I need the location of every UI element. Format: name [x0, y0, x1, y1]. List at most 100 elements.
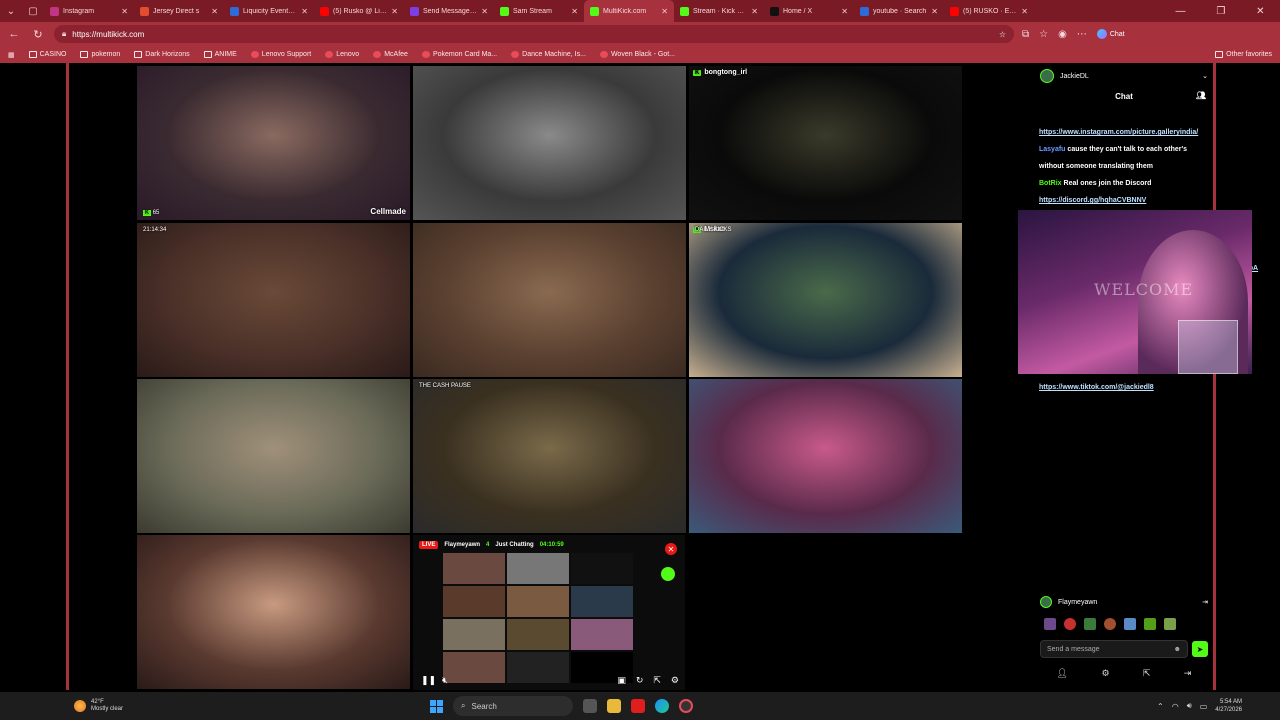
tab-close-icon[interactable]: ✕	[931, 7, 938, 16]
workspaces-icon[interactable]: ▢	[22, 0, 44, 22]
stream-tile[interactable]	[413, 66, 686, 220]
apps-icon[interactable]: ▦	[8, 51, 15, 59]
bookmark-item[interactable]: Dance Machine, Is...	[511, 51, 586, 58]
stream-tile[interactable]	[137, 535, 410, 689]
weather-widget[interactable]: 42°F Mostly clear	[0, 699, 300, 713]
stream-tile[interactable]: THE CASH PAUSE	[413, 379, 686, 533]
chevron-down-icon[interactable]: ⌄	[1202, 72, 1208, 80]
chat-username[interactable]: Lasyafu	[1039, 146, 1065, 153]
file-explorer-icon[interactable]	[607, 699, 621, 713]
maximize-icon[interactable]: ❐	[1216, 6, 1225, 17]
favorite-star-icon[interactable]: ☆	[999, 30, 1006, 39]
volume-icon[interactable]: 🔊︎	[1187, 701, 1192, 711]
popout-chat-icon[interactable]: ⇱	[1143, 668, 1151, 679]
tab-actions-icon[interactable]: ⌄	[0, 0, 22, 22]
emote-icon[interactable]	[1124, 618, 1136, 630]
bookmark-item[interactable]: pokemon	[80, 51, 120, 58]
browser-tab[interactable]: MultiKick.com ✕	[584, 0, 674, 22]
picture-in-picture-overlay[interactable]: WELCOME	[1018, 210, 1252, 374]
browser-tab[interactable]: youtube · Search ✕	[854, 0, 944, 22]
logout-icon[interactable]: ⇥	[1202, 598, 1208, 606]
message-input[interactable]: Send a message ☻	[1040, 640, 1188, 658]
browser-tab[interactable]: Sam Stream ✕	[494, 0, 584, 22]
pip-icon[interactable]: ▣	[617, 675, 626, 686]
bookmark-item[interactable]: Lenovo	[325, 51, 359, 58]
tab-close-icon[interactable]: ✕	[481, 7, 488, 16]
emoji-icon[interactable]: ☻	[1174, 646, 1181, 653]
users-icon[interactable]: 👥︎	[1196, 91, 1206, 100]
tab-close-icon[interactable]: ✕	[841, 7, 848, 16]
emote-icon[interactable]	[1144, 618, 1156, 630]
stream-tile[interactable]	[689, 379, 962, 533]
bookmark-item[interactable]: Pokemon Card Ma...	[421, 51, 497, 58]
minimize-icon[interactable]: —	[1175, 6, 1185, 17]
player-close-icon[interactable]: ✕	[665, 543, 677, 555]
bookmark-item[interactable]: ANIME	[203, 51, 237, 58]
browser-tab[interactable]: (5) Rusko @ Liquic ✕	[314, 0, 404, 22]
tab-close-icon[interactable]: ✕	[661, 7, 668, 16]
favorites-icon[interactable]: ☆	[1039, 29, 1048, 40]
settings-icon[interactable]: ⚙	[671, 675, 679, 686]
edge-icon[interactable]	[655, 699, 669, 713]
emote-icon[interactable]	[1164, 618, 1176, 630]
send-button[interactable]: ➤	[1192, 641, 1208, 657]
tab-close-icon[interactable]: ✕	[121, 7, 128, 16]
chat-link[interactable]: https://www.instagram.com/picture.galler…	[1039, 129, 1198, 136]
more-icon[interactable]: ⋯	[1077, 29, 1087, 40]
back-icon[interactable]: ←	[6, 28, 22, 40]
chat-settings-icon[interactable]: ⚙	[1101, 668, 1109, 679]
browser-tab[interactable]: Jersey Direct s ✕	[134, 0, 224, 22]
chat-username[interactable]: BotRix	[1039, 180, 1062, 187]
fullscreen-toggle-icon[interactable]	[661, 567, 675, 581]
tab-close-icon[interactable]: ✕	[301, 7, 308, 16]
close-window-icon[interactable]: ✕	[1256, 6, 1264, 17]
popout-icon[interactable]: ⇱	[653, 675, 661, 686]
stream-tile[interactable]: K Mskat DAILY KICKS	[689, 223, 962, 377]
emote-icon[interactable]	[1044, 618, 1056, 630]
tab-close-icon[interactable]: ✕	[391, 7, 398, 16]
extensions-icon[interactable]: ⧉	[1022, 29, 1029, 40]
task-view-icon[interactable]	[583, 699, 597, 713]
app-icon[interactable]	[679, 699, 693, 713]
chevron-up-icon[interactable]: ⌃	[1157, 702, 1164, 711]
stream-tile[interactable]	[413, 223, 686, 377]
bookmark-item[interactable]: Dark Horizons	[134, 51, 190, 58]
tab-close-icon[interactable]: ✕	[571, 7, 578, 16]
browser-tab[interactable]: (5) RUSKO · Essen ✕	[944, 0, 1034, 22]
browser-tab[interactable]: Send Message | Fr ✕	[404, 0, 494, 22]
clock[interactable]: 5:54 AM 4/27/2026	[1215, 698, 1242, 714]
chat-link[interactable]: https://www.tiktok.com/@jackiedl8	[1039, 384, 1154, 391]
bookmark-item[interactable]: Lenovo Support	[250, 51, 311, 58]
chat-link[interactable]: https://discord.gg/hqhaCVBNNV	[1039, 197, 1146, 204]
live-player[interactable]: LIVE Flaymeyawn 4 Just Chatting 04:10:59…	[413, 535, 685, 690]
youtube-app-icon[interactable]	[631, 699, 645, 713]
bookmark-item[interactable]: CASINO	[28, 51, 66, 58]
pause-icon[interactable]: ❚❚	[421, 675, 436, 686]
add-user-icon[interactable]: 👤︎	[1057, 668, 1068, 679]
browser-tab[interactable]: Instagram ✕	[44, 0, 134, 22]
emote-icon[interactable]	[1064, 618, 1076, 630]
emote-icon[interactable]	[1104, 618, 1116, 630]
refresh-icon[interactable]: ↻	[30, 28, 46, 41]
emote-icon[interactable]	[1084, 618, 1096, 630]
bookmark-item[interactable]: Woven Black - Got...	[599, 51, 675, 58]
wifi-icon[interactable]: ◠	[1172, 702, 1179, 711]
browser-tab[interactable]: Liquicity Events Ru ✕	[224, 0, 314, 22]
other-favorites[interactable]: Other favorites	[1215, 51, 1272, 58]
bookmark-item[interactable]: McAfee	[373, 51, 408, 58]
mute-icon[interactable]: 🔇︎	[442, 675, 448, 686]
browser-tab[interactable]: Home / X ✕	[764, 0, 854, 22]
copilot-chat-button[interactable]: Chat	[1096, 29, 1125, 39]
stream-tile[interactable]: K 65 Cellmade	[137, 66, 410, 220]
stream-tile[interactable]	[137, 379, 410, 533]
tab-close-icon[interactable]: ✕	[211, 7, 218, 16]
url-input[interactable]: 🔒︎ https://multikick.com ☆	[54, 25, 1014, 43]
tab-close-icon[interactable]: ✕	[1021, 7, 1028, 16]
taskbar-search[interactable]: ⌕ Search	[453, 696, 573, 716]
stream-tile[interactable]: 21:14:34	[137, 223, 410, 377]
exit-icon[interactable]: ⇥	[1184, 668, 1192, 679]
reload-icon[interactable]: ↻	[636, 675, 644, 686]
stream-tile[interactable]: Kbongtong_irl	[689, 66, 962, 220]
tab-close-icon[interactable]: ✕	[751, 7, 758, 16]
profile-icon[interactable]: ◉	[1058, 29, 1067, 40]
